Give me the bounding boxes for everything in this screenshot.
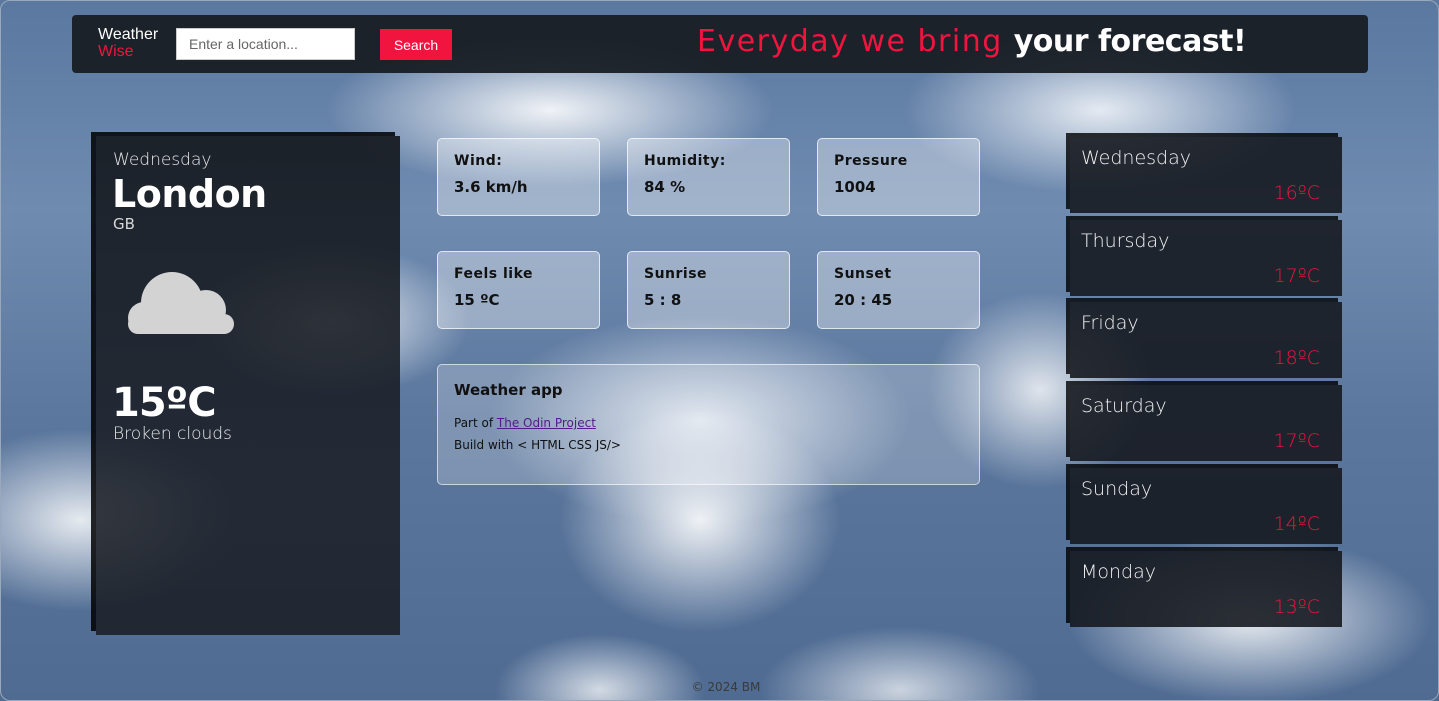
forecast-day: Sunday [1081, 478, 1153, 500]
forecast-day-card: Saturday 17ºC [1070, 385, 1342, 461]
logo-line-2: Wise [98, 43, 134, 60]
humidity-card: Humidity: 84 % [627, 138, 790, 216]
sunrise-label: Sunrise [644, 266, 708, 282]
tagline-white: your forecast! [1013, 24, 1247, 59]
tagline-red: Everyday we bring [697, 24, 1003, 59]
forecast-day: Saturday [1081, 395, 1167, 417]
forecast-day-card: Monday 13ºC [1070, 551, 1342, 627]
feels-like-label: Feels like [454, 266, 534, 282]
about-build-with: Build with < HTML CSS JS/> [454, 438, 621, 452]
sunset-card: Sunset 20 : 45 [817, 251, 980, 329]
forecast-temp: 14ºC [1273, 513, 1320, 535]
forecast-temp: 17ºC [1273, 430, 1320, 452]
tagline: Everyday we bring your forecast! [697, 24, 1247, 59]
search-button[interactable]: Search [380, 29, 452, 60]
feels-like-value: 15 ºC [454, 291, 500, 309]
current-temperature: 15ºC [112, 380, 217, 426]
cloud-icon [128, 272, 234, 334]
forecast-temp: 17ºC [1273, 265, 1320, 287]
forecast-day-card: Thursday 17ºC [1070, 220, 1342, 296]
forecast-day: Wednesday [1081, 147, 1192, 169]
wind-card: Wind: 3.6 km/h [437, 138, 600, 216]
pressure-value: 1004 [834, 178, 876, 196]
sunrise-card: Sunrise 5 : 8 [627, 251, 790, 329]
wind-value: 3.6 km/h [454, 178, 528, 196]
forecast-day: Thursday [1081, 230, 1170, 252]
about-part-of: Part of The Odin Project [454, 416, 963, 430]
about-title: Weather app [454, 381, 563, 399]
forecast-temp: 13ºC [1273, 596, 1320, 618]
odin-project-link[interactable]: The Odin Project [497, 416, 596, 430]
current-city: London [112, 172, 267, 216]
logo-line-1: Weather [98, 26, 159, 43]
forecast-temp: 18ºC [1273, 347, 1320, 369]
footer-copyright: © 2024 BM [691, 680, 761, 694]
header-bar: Weather Wise Search Everyday we bring yo… [72, 15, 1368, 73]
pressure-card: Pressure 1004 [817, 138, 980, 216]
location-search-input[interactable] [176, 28, 355, 60]
humidity-value: 84 % [644, 178, 686, 196]
sunset-label: Sunset [834, 266, 892, 282]
logo: Weather Wise [98, 26, 158, 60]
forecast-day-card: Wednesday 16ºC [1070, 137, 1342, 213]
current-country: GB [113, 215, 135, 233]
current-day: Wednesday [113, 150, 212, 170]
forecast-day: Friday [1081, 312, 1139, 334]
feels-like-card: Feels like 15 ºC [437, 251, 600, 329]
current-weather-panel: Wednesday London GB 15ºC Broken clouds [96, 136, 400, 635]
wind-label: Wind: [454, 153, 503, 169]
humidity-label: Humidity: [644, 153, 726, 169]
current-description: Broken clouds [113, 424, 232, 444]
pressure-label: Pressure [834, 153, 908, 169]
forecast-day: Monday [1081, 561, 1157, 583]
sunrise-value: 5 : 8 [644, 291, 682, 309]
part-of-text: Part of [454, 416, 497, 430]
forecast-day-card: Sunday 14ºC [1070, 468, 1342, 544]
sunset-value: 20 : 45 [834, 291, 893, 309]
forecast-day-card: Friday 18ºC [1070, 302, 1342, 378]
forecast-temp: 16ºC [1273, 182, 1320, 204]
about-card: Weather app Part of The Odin Project Bui… [437, 364, 980, 485]
